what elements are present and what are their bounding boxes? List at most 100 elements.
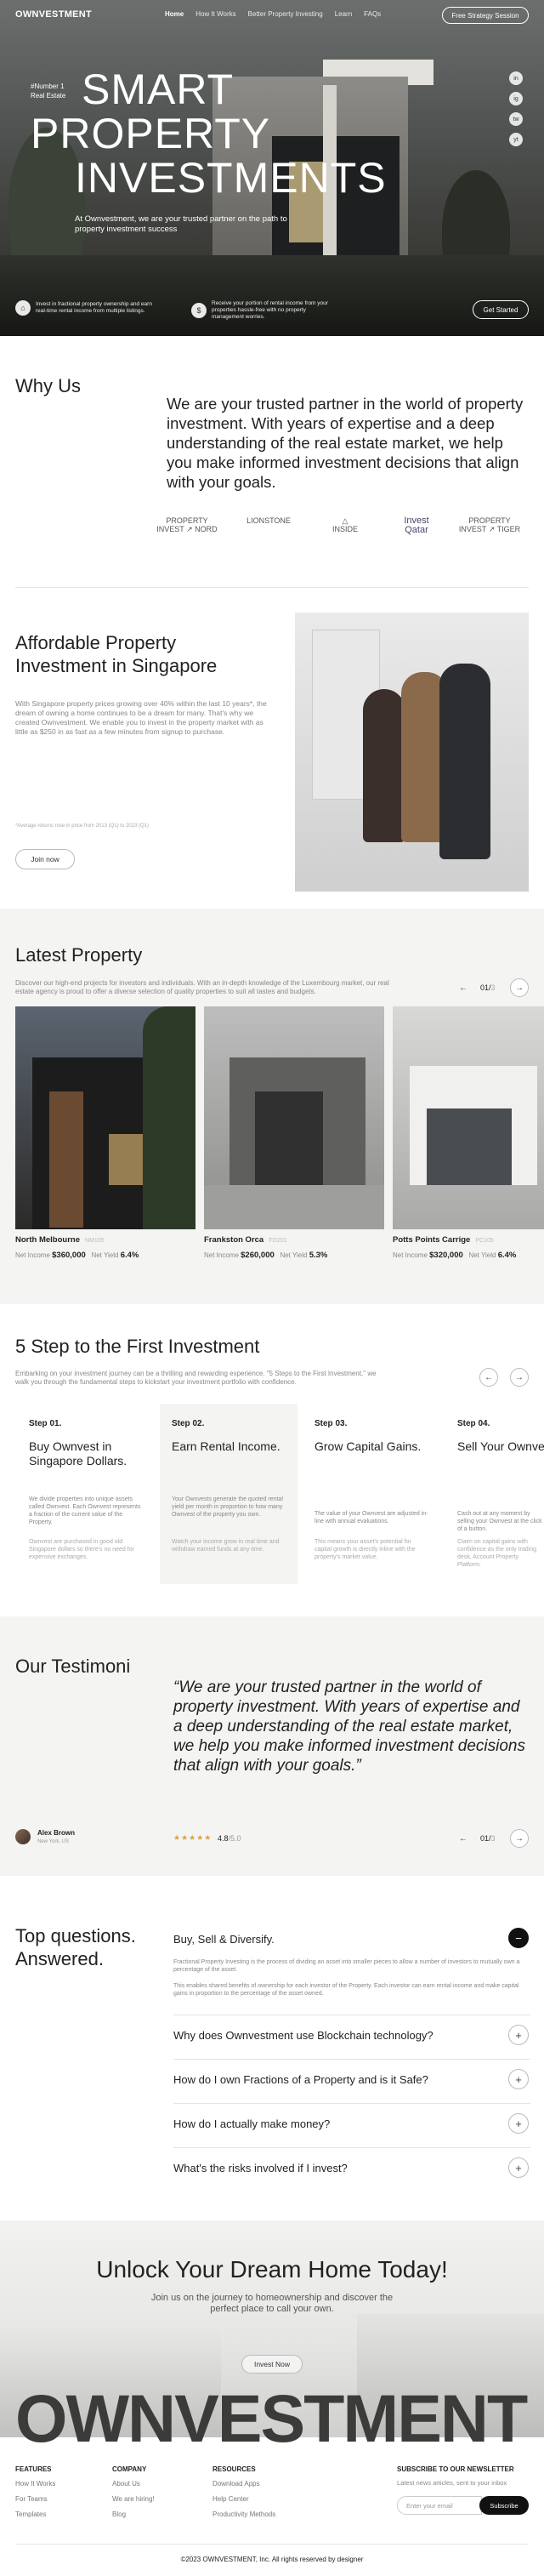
yield-value: 6.4% xyxy=(497,1251,517,1260)
step-body-secondary: This means your asset's potential for ca… xyxy=(314,1539,416,1560)
yield-value: 5.3% xyxy=(309,1251,328,1260)
partner-logo: PROPERTY INVEST ↗ NORD xyxy=(153,516,221,533)
footer-link[interactable]: We are hiring! xyxy=(112,2495,155,2503)
nav-link-learn[interactable]: Learn xyxy=(335,10,352,18)
testimonial-title: Our Testimoni xyxy=(15,1656,131,1677)
partner-logo: LIONSTONE xyxy=(235,516,303,525)
footer-link[interactable]: Productivity Methods xyxy=(212,2510,275,2518)
page: OWNVESTMENT Home How It Works Better Pro… xyxy=(0,0,544,2576)
hero-subtitle: At Ownvestment, we are your trusted part… xyxy=(75,214,287,234)
counter-current: 01/ xyxy=(480,1834,491,1843)
footer-heading: RESOURCES xyxy=(212,2465,256,2473)
why-us-text: We are your trusted partner in the world… xyxy=(167,395,524,491)
footer-link[interactable]: Download Apps xyxy=(212,2480,260,2488)
footer-link[interactable]: How It Works xyxy=(15,2480,55,2488)
property-image[interactable] xyxy=(15,1006,196,1229)
hero-tag-line: #Number 1 xyxy=(31,83,65,90)
income-value: $260,000 xyxy=(241,1251,275,1260)
hero-tag-line: Real Estate xyxy=(31,92,66,100)
nav-link-faqs[interactable]: FAQs xyxy=(364,10,381,18)
hero-title-line: INVESTMENTS xyxy=(75,154,387,202)
nav-link-how-it-works[interactable]: How It Works xyxy=(196,10,235,18)
divider xyxy=(173,2147,530,2148)
counter-total: 3 xyxy=(490,983,496,992)
newsletter-subtitle: Latest news articles, sent to your inbox xyxy=(397,2479,507,2487)
faq-question[interactable]: What's the risks involved if I invest? xyxy=(173,2162,348,2174)
testimonial-quote: “We are your trusted partner in the worl… xyxy=(173,1678,525,1775)
next-arrow-icon[interactable]: → xyxy=(510,1368,529,1387)
divider xyxy=(173,2103,530,2104)
step-number: Step 04. xyxy=(457,1419,490,1428)
twitter-icon[interactable]: tw xyxy=(509,112,523,126)
nav-link-better-investing[interactable]: Better Property Investing xyxy=(248,10,323,18)
nav-link-home[interactable]: Home xyxy=(165,10,184,18)
get-started-button[interactable]: Get Started xyxy=(473,300,529,319)
faq-answer: Fractional Property Investing is the pro… xyxy=(173,1959,520,1973)
expand-icon[interactable]: + xyxy=(508,2157,529,2178)
free-strategy-button[interactable]: Free Strategy Session xyxy=(442,7,529,24)
hero-feature-text: Invest in fractional property ownership … xyxy=(36,301,152,314)
footer-link[interactable]: For Teams xyxy=(15,2495,48,2503)
next-arrow-icon[interactable]: → xyxy=(510,1829,529,1848)
partner-logo: Invest Qatar xyxy=(382,516,450,535)
cta-subtitle: Join us on the journey to homeownership … xyxy=(150,2293,394,2314)
faq-question[interactable]: Why does Ownvestment use Blockchain tech… xyxy=(173,2029,434,2042)
step-body: Cash out at any moment by selling your O… xyxy=(457,1511,542,1532)
join-now-button[interactable]: Join now xyxy=(15,849,75,869)
affordable-title: Affordable Property Investment in Singap… xyxy=(15,631,217,677)
partner-logo-text: LIONSTONE xyxy=(246,516,291,525)
counter-current: 01/ xyxy=(480,983,491,992)
expand-icon[interactable]: + xyxy=(508,2113,529,2134)
expand-icon[interactable]: + xyxy=(508,2025,529,2045)
property-name: North Melbourne NM105 xyxy=(15,1235,105,1245)
people-photo xyxy=(295,613,529,892)
logo[interactable]: OWNVESTMENT xyxy=(15,9,92,20)
yield-label: Net Yield xyxy=(91,1251,119,1259)
prev-arrow-icon[interactable]: ← xyxy=(479,1368,498,1387)
footer-link[interactable]: Templates xyxy=(15,2510,46,2518)
step-number: Step 03. xyxy=(314,1419,348,1428)
avatar xyxy=(15,1829,31,1844)
income-label: Net Income xyxy=(15,1251,50,1259)
step-card: Step 02. Earn Rental Income. Your Ownves… xyxy=(160,1404,298,1584)
property-image[interactable] xyxy=(393,1006,544,1229)
collapse-icon[interactable]: − xyxy=(508,1928,529,1948)
faq-question[interactable]: How do I actually make money? xyxy=(173,2117,330,2130)
footer-link[interactable]: Blog xyxy=(112,2510,126,2518)
instagram-icon[interactable]: ig xyxy=(509,92,523,105)
footer-heading: FEATURES xyxy=(15,2465,52,2473)
property-name-text: Potts Points Carrige xyxy=(393,1235,471,1245)
step-title: Sell Your Ownvest xyxy=(457,1439,544,1453)
expand-icon[interactable]: + xyxy=(508,2069,529,2089)
property-counter: 01/3 xyxy=(480,983,496,992)
faq-title: Top questions. Answered. xyxy=(15,1924,136,1970)
partner-logo: △ INSIDE xyxy=(311,516,379,533)
faq-question[interactable]: Buy, Sell & Diversify. xyxy=(173,1933,275,1946)
footer-link[interactable]: Help Center xyxy=(212,2495,249,2503)
invest-now-button[interactable]: Invest Now xyxy=(241,2355,303,2374)
hero-feature: ⌂ Invest in fractional property ownershi… xyxy=(15,300,155,316)
email-field[interactable]: Enter your email xyxy=(397,2496,482,2515)
star-rating-icon: ★★★★★ xyxy=(173,1833,212,1842)
property-name: Frankston Orca FO201 xyxy=(204,1235,287,1245)
prev-arrow-icon[interactable]: ← xyxy=(454,978,473,997)
linkedin-icon[interactable]: in xyxy=(509,71,523,85)
hero-feature: $ Receive your portion of rental income … xyxy=(191,300,331,321)
property-image[interactable] xyxy=(204,1006,384,1229)
property-name: Potts Points Carrige PC105 xyxy=(393,1235,494,1245)
next-arrow-icon[interactable]: → xyxy=(510,978,529,997)
partner-logo-text: INVEST ↗ TIGER xyxy=(458,525,521,533)
footer-link[interactable]: About Us xyxy=(112,2480,140,2488)
affordable-title-line: Affordable Property xyxy=(15,632,177,653)
prev-arrow-icon[interactable]: ← xyxy=(454,1829,473,1848)
faq-title-line: Answered. xyxy=(15,1948,104,1969)
step-body: We divide properties into unique assets … xyxy=(29,1496,141,1525)
property-tag: PC105 xyxy=(475,1238,494,1244)
income-label: Net Income xyxy=(393,1251,428,1259)
hero-tag: #Number 1 Real Estate xyxy=(31,82,65,100)
property-name-text: Frankston Orca xyxy=(204,1235,264,1245)
step-title: Buy Ownvest in Singapore Dollars. xyxy=(29,1439,128,1468)
faq-question[interactable]: How do I own Fractions of a Property and… xyxy=(173,2073,428,2086)
subscribe-button[interactable]: Subscribe xyxy=(479,2496,529,2515)
youtube-icon[interactable]: yt xyxy=(509,133,523,146)
